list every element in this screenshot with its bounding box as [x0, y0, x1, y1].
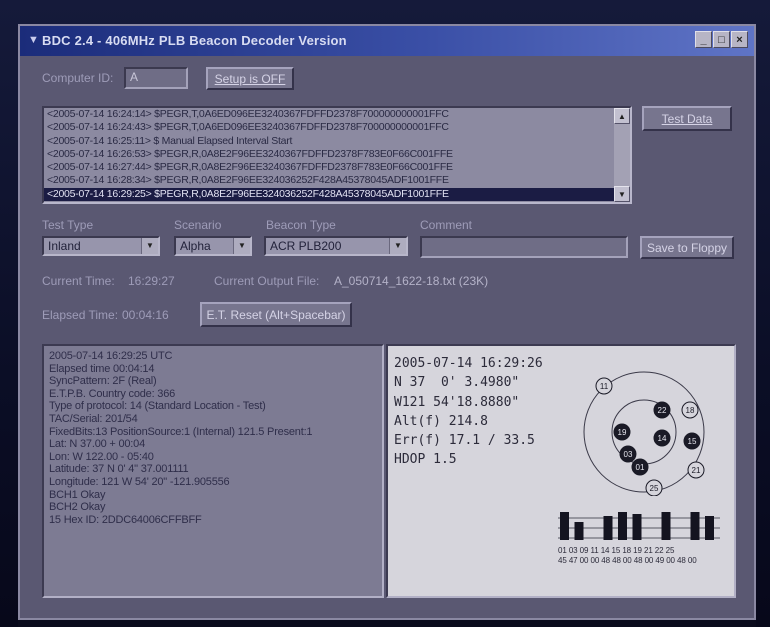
- close-button[interactable]: ×: [731, 31, 748, 48]
- test-type-value: Inland: [48, 239, 81, 253]
- status-line: Latitude: 37 N 0' 4" 37.001111: [49, 463, 189, 476]
- output-file-label: Current Output File:: [214, 274, 320, 288]
- signal-bar: [632, 514, 642, 540]
- status-line: Elapsed time 00:04:14: [49, 362, 155, 375]
- status-line: BCH2 Okay: [49, 501, 106, 514]
- title-bar[interactable]: ▼ BDC 2.4 - 406MHz PLB Beacon Decoder Ve…: [20, 26, 754, 56]
- signal-bars: [560, 512, 714, 540]
- signal-bar: [661, 512, 671, 540]
- log-line[interactable]: <2005-07-14 16:24:43> $PEGR,T,0A6ED096EE…: [44, 121, 630, 134]
- current-time-value: 16:29:27: [128, 274, 175, 288]
- beacon-type-header: Beacon Type: [266, 218, 336, 232]
- scenario-header: Scenario: [174, 218, 222, 232]
- scroll-down-arrow-icon[interactable]: ▼: [614, 186, 630, 202]
- monitor-bezel: [18, 620, 756, 627]
- app-icon: ▼: [28, 34, 39, 46]
- decoded-status-panel: 2005-07-14 16:29:25 UTC Elapsed time 00:0…: [42, 344, 384, 598]
- log-scrollbar[interactable]: ▲ ▼: [614, 108, 630, 202]
- status-line: Lon: W 122.00 - 05:40: [49, 450, 154, 463]
- satellite-label: 01: [636, 463, 645, 472]
- chevron-down-icon[interactable]: ▼: [233, 238, 250, 254]
- satellite-label: 18: [686, 406, 695, 415]
- signal-bar: [618, 512, 627, 540]
- comment-header: Comment: [420, 218, 473, 232]
- status-line: Longitude: 121 W 54' 20" -121.905556: [49, 475, 230, 488]
- minimize-button[interactable]: _: [695, 31, 712, 48]
- status-line: E.T.P.B. Country code: 366: [49, 387, 176, 400]
- signal-bar: [574, 522, 584, 540]
- status-line: 15 Hex ID: 2DDC64006CFFBFF: [49, 513, 202, 526]
- elapsed-time-value: 00:04:16: [122, 308, 169, 322]
- log-line[interactable]: <2005-07-14 16:25:11> $ Manual Elapsed I…: [44, 135, 630, 148]
- signal-bar: [560, 512, 569, 540]
- status-line: TAC/Serial: 201/54: [49, 412, 138, 425]
- current-time-label: Current Time:: [42, 274, 115, 288]
- beacon-type-value: ACR PLB200: [270, 239, 342, 253]
- log-line[interactable]: <2005-07-14 16:26:53> $PEGR,R,0A8E2F96EE…: [44, 148, 630, 161]
- log-line[interactable]: <2005-07-14 16:29:25> $PEGR,R,0A8E2F96EE…: [44, 187, 630, 202]
- output-file-value: A_050714_1622-18.txt (23K): [334, 274, 489, 288]
- test-type-header: Test Type: [42, 218, 94, 232]
- window-title: BDC 2.4 - 406MHz PLB Beacon Decoder Vers…: [42, 33, 347, 48]
- gps-panel: 2005-07-14 16:29:26 N 37 0' 3.4980" W121…: [386, 344, 736, 598]
- message-log[interactable]: <2005-07-14 16:24:14> $PEGR,T,0A6ED096EE…: [42, 106, 632, 204]
- log-lines: <2005-07-14 16:24:14> $PEGR,T,0A6ED096EE…: [44, 108, 630, 202]
- beacon-type-select[interactable]: ACR PLB200 ▼: [264, 236, 408, 256]
- scenario-select[interactable]: Alpha ▼: [174, 236, 252, 256]
- test-data-button[interactable]: Test Data: [642, 106, 732, 131]
- signal-bar: [690, 512, 700, 540]
- status-lines: 2005-07-14 16:29:25 UTC Elapsed time 00:0…: [49, 350, 382, 526]
- prn-numbers: 01 03 09 11 14 15 18 19 21 22 25: [558, 546, 675, 555]
- test-type-select[interactable]: Inland ▼: [42, 236, 160, 256]
- window-controls: _ □ ×: [695, 31, 748, 48]
- comment-input[interactable]: [420, 236, 628, 258]
- status-line: Lat: N 37.00 + 00:04: [49, 438, 145, 451]
- chevron-down-icon[interactable]: ▼: [141, 238, 158, 254]
- log-line[interactable]: <2005-07-14 16:24:14> $PEGR,T,0A6ED096EE…: [44, 108, 630, 121]
- status-line: SyncPattern: 2F (Real): [49, 375, 157, 388]
- satellite-label: 22: [658, 406, 667, 415]
- satellite-label: 25: [650, 484, 659, 493]
- satellite-label: 21: [692, 466, 701, 475]
- save-to-floppy-button[interactable]: Save to Floppy: [640, 236, 734, 259]
- satellite-skyplot: 11 22 18 19 14 15 0301 21 25: [583, 371, 705, 496]
- status-line: 2005-07-14 16:29:25 UTC: [49, 350, 173, 362]
- signal-bar: [705, 516, 714, 540]
- status-line: Type of protocol: 14 (Standard Location …: [49, 400, 266, 413]
- app-window: ▼ BDC 2.4 - 406MHz PLB Beacon Decoder Ve…: [18, 24, 756, 620]
- chevron-down-icon[interactable]: ▼: [389, 238, 406, 254]
- signal-values: 45 47 00 00 48 48 00 48 00 49 00 48 00: [558, 556, 697, 565]
- computer-id-label: Computer ID:: [42, 71, 114, 85]
- scroll-up-arrow-icon[interactable]: ▲: [614, 108, 630, 124]
- setup-button[interactable]: Setup is OFF: [206, 67, 294, 90]
- status-line: FixedBits:13 PositionSource:1 (Internal)…: [49, 425, 313, 438]
- computer-id-field[interactable]: A: [124, 67, 188, 89]
- maximize-button[interactable]: □: [713, 31, 730, 48]
- signal-bar: [603, 516, 613, 540]
- gps-readout: 2005-07-14 16:29:26 N 37 0' 3.4980" W121…: [394, 356, 543, 468]
- log-line[interactable]: <2005-07-14 16:27:44> $PEGR,R,0A8E2F96EE…: [44, 161, 630, 174]
- signal-strength-bars: [558, 512, 720, 540]
- log-line[interactable]: <2005-07-14 16:28:34> $PEGR,R,0A8E2F96EE…: [44, 174, 630, 187]
- satellite-label: 03: [624, 450, 633, 459]
- satellite-label: 11: [600, 382, 609, 391]
- satellite-label: 14: [658, 434, 667, 443]
- satellite-label: 19: [618, 428, 627, 437]
- satellite-label: 15: [688, 437, 697, 446]
- scenario-value: Alpha: [180, 239, 211, 253]
- elapsed-reset-button[interactable]: E.T. Reset (Alt+Spacebar): [200, 302, 352, 327]
- status-line: BCH1 Okay: [49, 488, 106, 501]
- elapsed-time-label: Elapsed Time:: [42, 308, 119, 322]
